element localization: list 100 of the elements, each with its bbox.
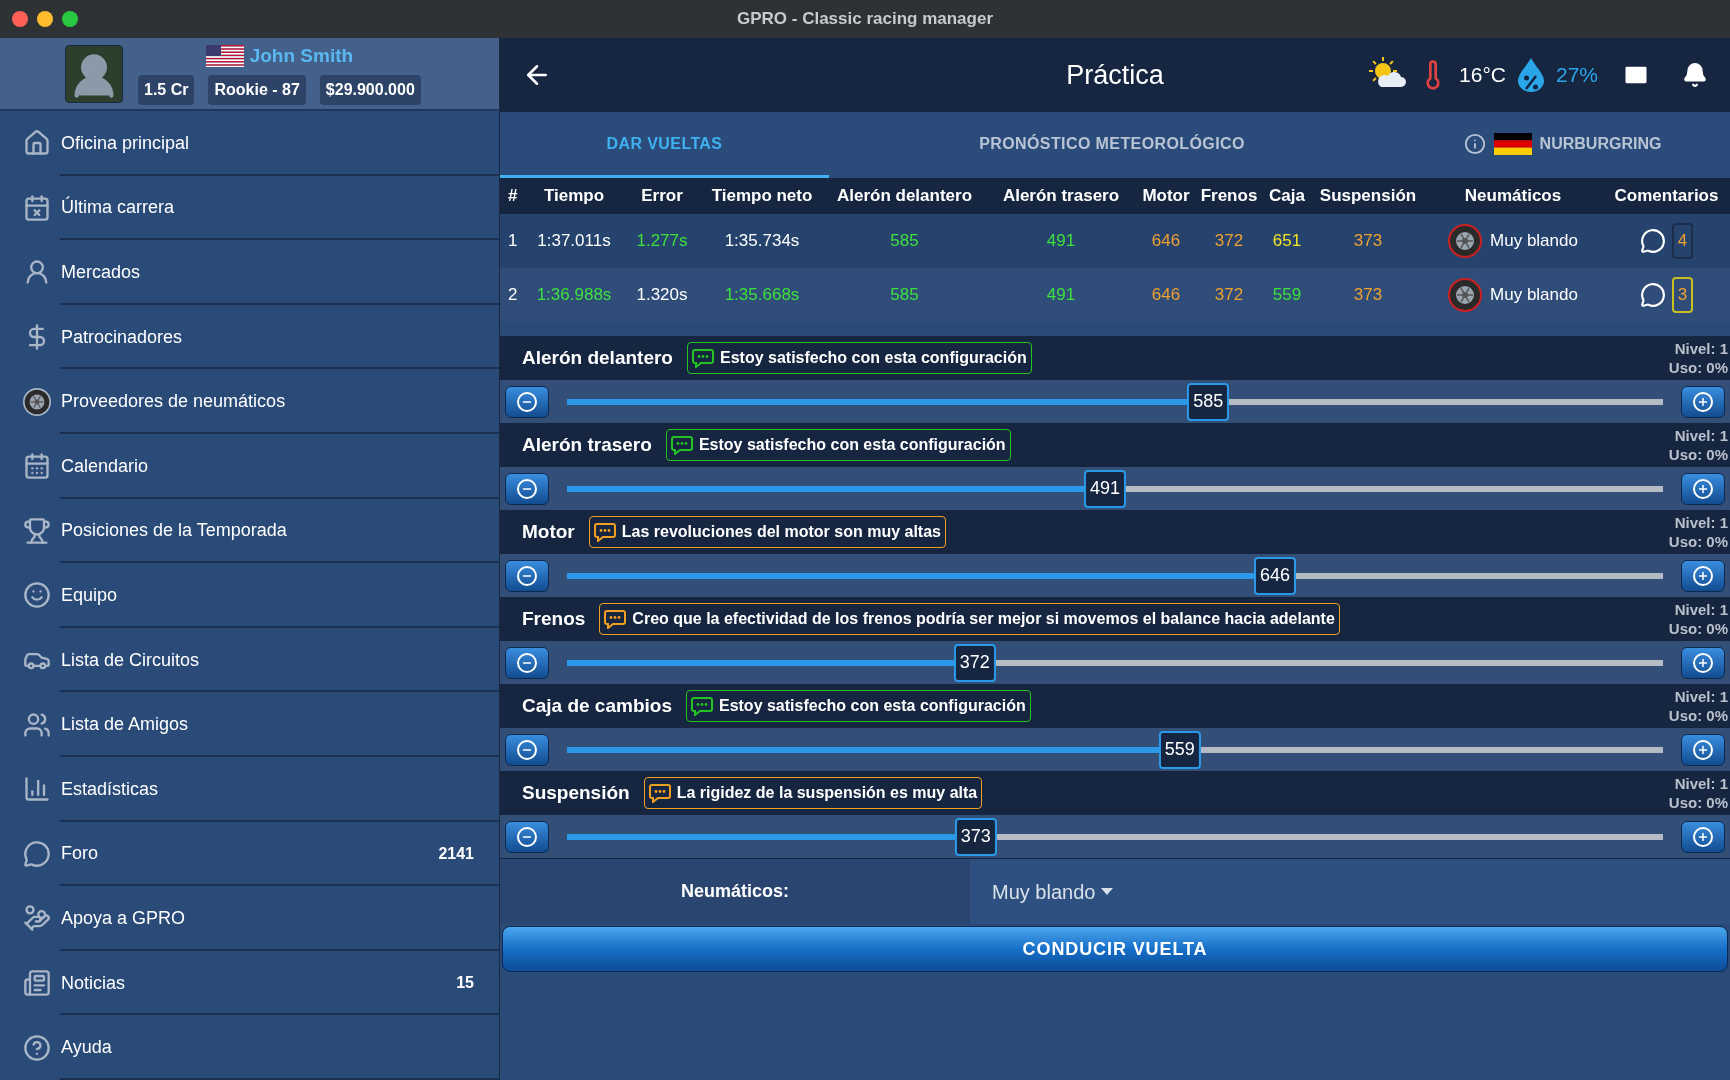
column-header: Neumáticos (1463, 185, 1563, 208)
increase-button[interactable] (1681, 472, 1725, 505)
humidity-drop-icon (1515, 57, 1546, 93)
profile-badge: $29.900.000 (319, 75, 421, 106)
table-cell-text: 1.277s (635, 230, 689, 253)
setup-label: Alerón delantero (522, 345, 673, 370)
plus-icon (1697, 743, 1709, 756)
sidebar-item-label: Noticias (61, 971, 127, 995)
column-header: Suspensión (1318, 185, 1418, 208)
sidebar-item-count: 15 (456, 973, 474, 993)
comment-icon[interactable] (1639, 282, 1666, 308)
profile-badge: Rookie - 87 (208, 75, 306, 106)
sidebar-item-label: Patrocinadores (61, 325, 184, 349)
level-text: Nivel: 1 (1674, 687, 1728, 706)
minimize-button[interactable] (37, 11, 53, 27)
track-tab[interactable]: NURBURGRING (1395, 112, 1730, 178)
sidebar-item-icon (23, 1033, 51, 1062)
column-header: Frenos (1199, 185, 1259, 208)
profile-badge: 1.5 Cr (138, 75, 195, 106)
usage-text: Uso: 0% (1668, 793, 1728, 812)
sidebar-item-icon (23, 516, 51, 545)
sidebar-item-label: Lista de Amigos (61, 713, 190, 737)
sidebar-item-icon (23, 129, 51, 158)
level-text: Nivel: 1 (1674, 600, 1728, 619)
usage-text: Uso: 0% (1668, 532, 1728, 551)
table-cell-text: 1:35.734s (723, 230, 801, 253)
increase-button[interactable] (1681, 385, 1725, 418)
sidebar-item-icon (23, 193, 51, 222)
setup-label: Caja de cambios (522, 693, 672, 718)
close-button[interactable] (12, 11, 28, 27)
page-title: Práctica (1066, 58, 1164, 92)
temperature: 16°C (1459, 62, 1506, 89)
sidebar-item-label: Mercados (61, 261, 142, 284)
sidebar-item-label: Última carrera (61, 195, 176, 220)
comment-count[interactable]: 4 (1671, 223, 1694, 259)
increase-button[interactable] (1681, 820, 1725, 853)
table-cell-text: 585 (889, 284, 920, 307)
plus-icon (1697, 482, 1709, 495)
column-header: Caja (1268, 185, 1306, 208)
slider-thumb[interactable]: 372 (953, 643, 996, 682)
sidebar-item-icon (23, 904, 51, 933)
decrease-button[interactable] (505, 472, 549, 505)
sidebar-item-label: Equipo (61, 583, 119, 607)
column-header: Error (640, 185, 684, 208)
slider-thumb[interactable]: 559 (1158, 730, 1201, 769)
decrease-button[interactable] (505, 820, 549, 853)
table-cell-text: 373 (1352, 284, 1384, 307)
comment-count[interactable]: 3 (1671, 277, 1694, 313)
track-name: NURBURGRING (1539, 133, 1662, 154)
decrease-button[interactable] (505, 559, 549, 592)
tab[interactable]: PRONÓSTICO METEOROLÓGICO (829, 112, 1395, 178)
table-cell-text: 559 (1271, 284, 1303, 307)
sidebar-item-label: Foro (61, 842, 99, 866)
chat-bubble-icon (604, 609, 627, 629)
table-cell-text: 373 (1352, 230, 1384, 253)
avatar-silhouette (65, 44, 123, 103)
slider-thumb[interactable]: 585 (1187, 382, 1230, 421)
increase-button[interactable] (1681, 559, 1725, 592)
feedback-text: Estoy satisfecho con esta configuración (698, 435, 1006, 455)
comment-icon[interactable] (1639, 228, 1666, 254)
table-cell-text: 491 (1045, 284, 1077, 307)
column-header: Motor (1141, 185, 1191, 208)
column-header: # (507, 185, 519, 208)
tires-dropdown[interactable]: Muy blando (970, 859, 1730, 924)
slider-thumb[interactable]: 373 (954, 817, 997, 856)
table-cell-text: 646 (1150, 284, 1182, 307)
level-text: Nivel: 1 (1674, 426, 1728, 445)
sidebar-item-label: Posiciones de la Temporada (61, 519, 288, 543)
decrease-button[interactable] (505, 733, 549, 766)
slider-thumb[interactable]: 646 (1254, 556, 1297, 595)
increase-button[interactable] (1681, 733, 1725, 766)
level-text: Nivel: 1 (1674, 339, 1728, 358)
decrease-button[interactable] (505, 646, 549, 679)
feedback-text: Estoy satisfecho con esta configuración (718, 696, 1026, 716)
setup-label: Motor (522, 519, 575, 544)
sidebar-item-label: Apoya a GPRO (61, 906, 187, 930)
setup-label: Alerón trasero (522, 432, 652, 457)
zoom-button[interactable] (62, 11, 78, 27)
sidebar-item-count: 2141 (438, 843, 474, 864)
column-header: Alerón delantero (835, 185, 974, 208)
drive-lap-button[interactable]: CONDUCIR VUELTA (502, 926, 1728, 972)
window-title: GPRO - Classic racing manager (737, 8, 993, 31)
increase-button[interactable] (1681, 646, 1725, 679)
info-icon[interactable] (1463, 132, 1486, 155)
usage-text: Uso: 0% (1668, 445, 1728, 464)
table-cell-text: 372 (1213, 230, 1245, 253)
chat-bubble-icon (690, 696, 713, 716)
table-cell-text: 651 (1271, 230, 1303, 253)
chat-bubble-icon (648, 783, 671, 803)
setup-label: Frenos (522, 606, 586, 631)
sidebar-item-label: Ayuda (61, 1036, 113, 1060)
plus-icon (1697, 830, 1709, 843)
table-cell-text: Muy blando (1490, 284, 1578, 307)
feedback-text: Las revoluciones del motor son muy altas (621, 522, 941, 542)
notifications-icon[interactable] (1682, 62, 1708, 88)
slider-thumb[interactable]: 491 (1084, 469, 1127, 508)
column-header: Alerón trasero (1001, 185, 1121, 208)
table-cell-text: 646 (1150, 230, 1182, 253)
column-header: Tiempo (542, 185, 606, 208)
decrease-button[interactable] (505, 385, 549, 418)
